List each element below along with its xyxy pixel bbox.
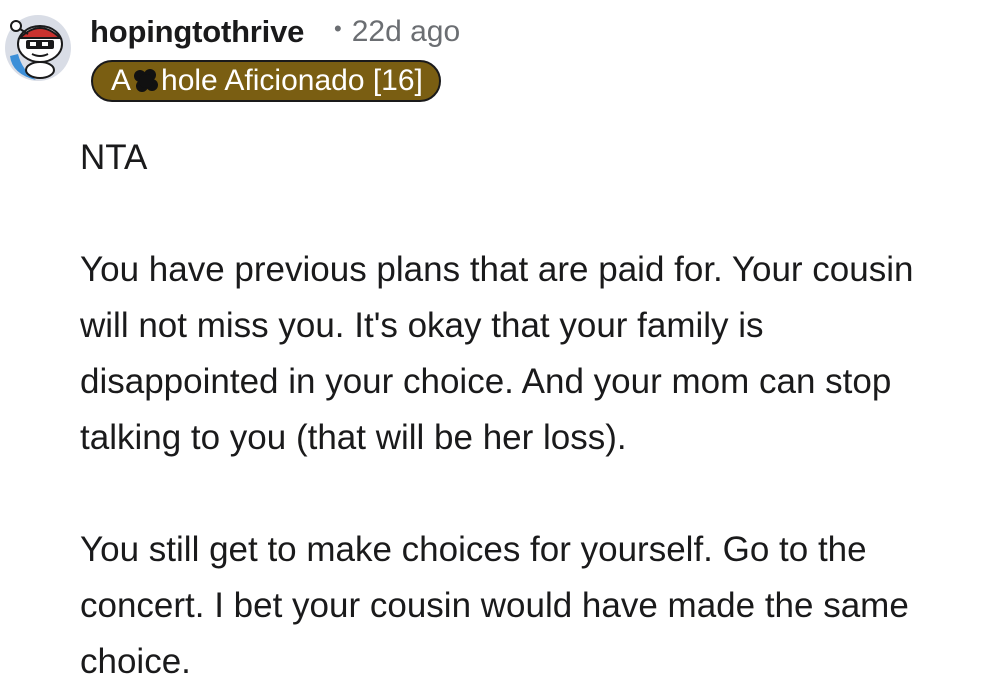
user-flair: A hole Aficionado [16] bbox=[91, 60, 441, 102]
flair-prefix: A bbox=[111, 64, 132, 97]
author-username[interactable]: hopingtothrive bbox=[90, 14, 304, 50]
comment-paragraph: NTA bbox=[80, 138, 148, 177]
comment-paragraph: You have previous plans that are paid fo… bbox=[80, 250, 914, 457]
censor-scribble-icon bbox=[134, 69, 159, 92]
avatar[interactable] bbox=[2, 10, 74, 82]
separator-dot: • bbox=[334, 16, 342, 41]
comment-age: 22d ago bbox=[351, 15, 461, 48]
comment-paragraph: You still get to make choices for yourse… bbox=[80, 530, 909, 681]
comment-meta: • 22d ago bbox=[334, 15, 460, 49]
comment: hopingtothrive • 22d ago A hole Aficionad… bbox=[0, 0, 986, 681]
snoo-avatar-icon bbox=[5, 15, 71, 81]
comment-body: NTA You have previous plans that are pai… bbox=[80, 130, 970, 690]
flair-suffix: hole Aficionado [16] bbox=[161, 64, 423, 97]
